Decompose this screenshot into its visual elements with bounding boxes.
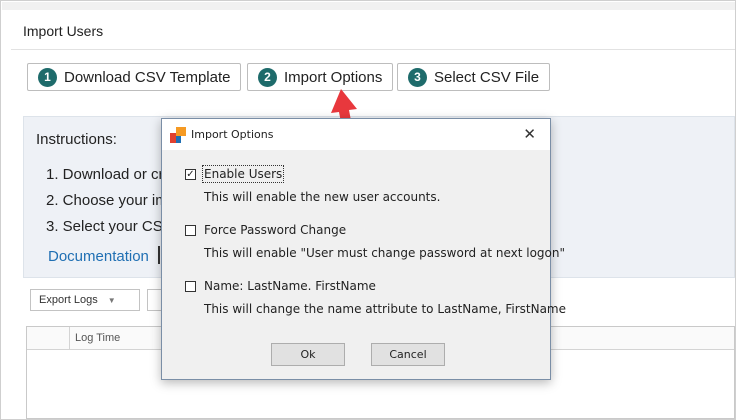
step-number-2: 2: [258, 67, 277, 87]
chevron-down-icon: ▼: [107, 295, 116, 305]
step-label: Import Options: [284, 68, 383, 86]
column-header-log-time[interactable]: Log Time: [75, 332, 120, 344]
instruction-item: 3. Select your CSV: [46, 218, 173, 235]
enable-users-description: This will enable the new user accounts.: [204, 190, 441, 204]
title-divider: [11, 49, 735, 50]
step-number-3: 3: [408, 67, 427, 87]
force-password-change-label[interactable]: Force Password Change: [204, 223, 346, 237]
link-separator: [158, 246, 160, 264]
name-format-description: This will change the name attribute to L…: [204, 302, 566, 316]
instruction-item: 2. Choose your im: [46, 192, 168, 209]
enable-users-label[interactable]: Enable Users: [201, 165, 285, 183]
name-format-checkbox[interactable]: [185, 281, 196, 292]
export-logs-label: Export Logs: [39, 294, 98, 306]
close-icon[interactable]: ✕: [523, 125, 536, 143]
select-csv-file-button[interactable]: 3 Select CSV File: [397, 63, 551, 91]
dialog-titlebar: Import Options ✕: [162, 119, 550, 150]
import-options-dialog: Import Options ✕ ✓ Enable Users This wil…: [161, 118, 566, 380]
import-options-button[interactable]: 2 Import Options: [247, 63, 394, 91]
instructions-title: Instructions:: [36, 131, 117, 148]
instruction-item: 1. Download or cr: [46, 166, 164, 183]
step-number-1: 1: [38, 67, 57, 87]
page-title: Import Users: [23, 23, 104, 39]
force-password-change-checkbox[interactable]: [185, 225, 196, 236]
documentation-link[interactable]: Documentation: [48, 248, 149, 265]
enable-users-checkbox[interactable]: ✓: [185, 169, 196, 180]
step-label: Select CSV File: [434, 68, 540, 86]
name-format-label[interactable]: Name: LastName. FirstName: [204, 279, 376, 293]
ok-button[interactable]: Ok: [271, 343, 345, 366]
column-divider: [69, 327, 70, 349]
app-logo-icon: [170, 127, 186, 143]
cancel-button[interactable]: Cancel: [371, 343, 445, 366]
step-label: Download CSV Template: [64, 68, 231, 86]
dialog-title: Import Options: [191, 128, 274, 141]
download-csv-template-button[interactable]: 1 Download CSV Template: [27, 63, 242, 91]
force-password-change-description: This will enable "User must change passw…: [204, 246, 566, 260]
export-logs-dropdown[interactable]: Export Logs ▼: [30, 289, 140, 311]
top-strip: [2, 2, 735, 10]
